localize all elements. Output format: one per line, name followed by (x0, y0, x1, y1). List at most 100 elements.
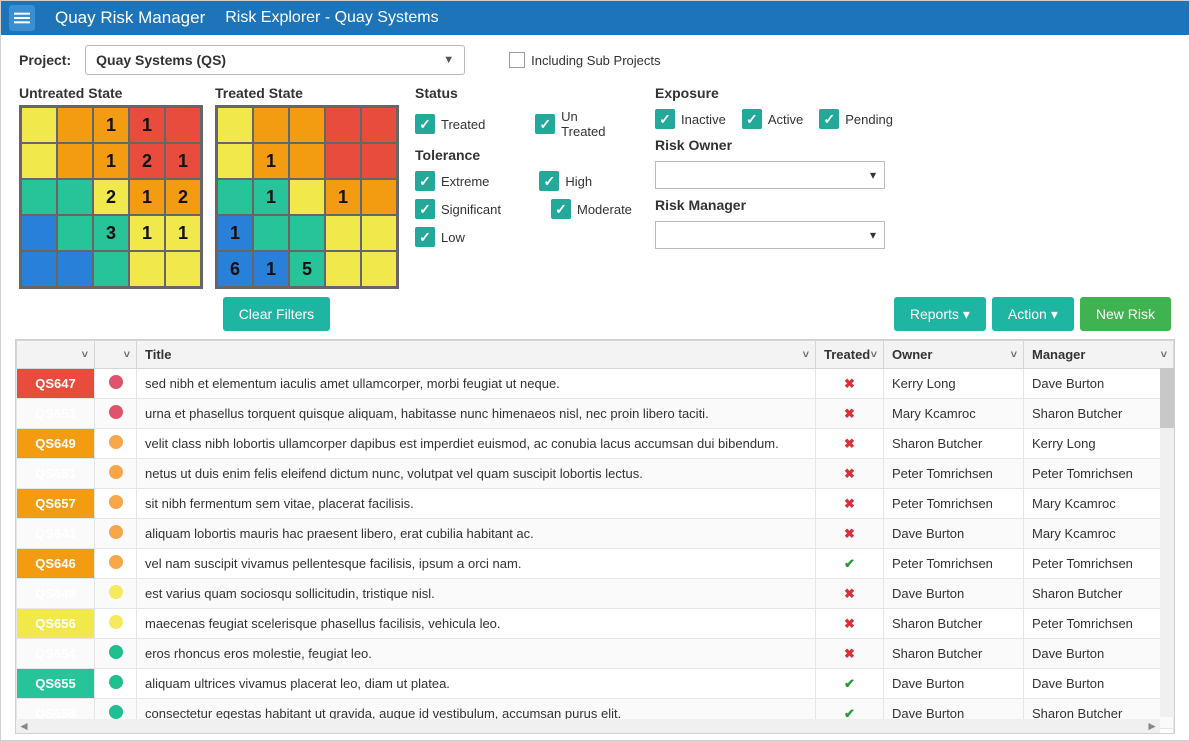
matrix-cell[interactable] (21, 251, 57, 287)
chk-treated[interactable] (415, 114, 435, 134)
matrix-cell[interactable] (57, 107, 93, 143)
matrix-cell[interactable] (21, 143, 57, 179)
matrix-cell[interactable]: 6 (217, 251, 253, 287)
col-dot[interactable]: ˅ (95, 341, 137, 369)
risk-id[interactable]: QS653 (17, 399, 95, 429)
matrix-cell[interactable]: 2 (165, 179, 201, 215)
treated-matrix[interactable]: 1111615 (215, 105, 399, 289)
table-row[interactable]: QS657sit nibh fermentum sem vitae, place… (17, 489, 1174, 519)
matrix-cell[interactable] (325, 107, 361, 143)
matrix-cell[interactable]: 3 (93, 215, 129, 251)
matrix-cell[interactable]: 1 (93, 143, 129, 179)
chk-extreme[interactable] (415, 171, 435, 191)
table-row[interactable]: QS656maecenas feugiat scelerisque phasel… (17, 609, 1174, 639)
col-id[interactable]: ˅ (17, 341, 95, 369)
menu-button[interactable] (9, 5, 35, 31)
matrix-cell[interactable] (217, 179, 253, 215)
chk-moderate[interactable] (551, 199, 571, 219)
matrix-cell[interactable]: 1 (93, 107, 129, 143)
matrix-cell[interactable] (361, 215, 397, 251)
risk-id[interactable]: QS649 (17, 429, 95, 459)
risk-id[interactable]: QS651 (17, 459, 95, 489)
new-risk-button[interactable]: New Risk (1080, 297, 1171, 331)
chk-pending[interactable] (819, 109, 839, 129)
matrix-cell[interactable] (253, 107, 289, 143)
owner-select[interactable] (655, 161, 885, 189)
table-row[interactable]: QS651netus ut duis enim felis eleifend d… (17, 459, 1174, 489)
sub-projects-checkbox[interactable] (509, 52, 525, 68)
matrix-cell[interactable] (57, 179, 93, 215)
matrix-cell[interactable] (253, 215, 289, 251)
table-row[interactable]: QS649velit class nibh lobortis ullamcorp… (17, 429, 1174, 459)
action-button[interactable]: Action▾ (992, 297, 1074, 331)
col-owner[interactable]: Owner˅ (884, 341, 1024, 369)
risk-id[interactable]: QS654 (17, 639, 95, 669)
matrix-cell[interactable] (289, 215, 325, 251)
matrix-cell[interactable]: 2 (129, 143, 165, 179)
manager-select[interactable] (655, 221, 885, 249)
risk-id[interactable]: QS655 (17, 669, 95, 699)
chk-significant[interactable] (415, 199, 435, 219)
col-manager[interactable]: Manager˅ (1024, 341, 1174, 369)
matrix-cell[interactable] (361, 251, 397, 287)
matrix-cell[interactable]: 1 (129, 179, 165, 215)
matrix-cell[interactable] (21, 179, 57, 215)
matrix-cell[interactable] (289, 143, 325, 179)
matrix-cell[interactable] (325, 215, 361, 251)
matrix-cell[interactable]: 2 (93, 179, 129, 215)
untreated-matrix[interactable]: 11121212311 (19, 105, 203, 289)
matrix-cell[interactable] (289, 107, 325, 143)
matrix-cell[interactable] (93, 251, 129, 287)
matrix-cell[interactable]: 1 (129, 107, 165, 143)
table-row[interactable]: QS646vel nam suscipit vivamus pellentesq… (17, 549, 1174, 579)
risk-id[interactable]: QS646 (17, 549, 95, 579)
table-row[interactable]: QS655aliquam ultrices vivamus placerat l… (17, 669, 1174, 699)
risk-id[interactable]: QS657 (17, 489, 95, 519)
table-row[interactable]: QS647sed nibh et elementum iaculis amet … (17, 369, 1174, 399)
risk-id[interactable]: QS648 (17, 579, 95, 609)
matrix-cell[interactable] (165, 251, 201, 287)
matrix-cell[interactable] (361, 107, 397, 143)
table-row[interactable]: QS643aliquam lobortis mauris hac praesen… (17, 519, 1174, 549)
matrix-cell[interactable] (217, 143, 253, 179)
table-row[interactable]: QS648est varius quam sociosqu sollicitud… (17, 579, 1174, 609)
chk-low[interactable] (415, 227, 435, 247)
table-row[interactable]: QS653urna et phasellus torquent quisque … (17, 399, 1174, 429)
matrix-cell[interactable] (217, 107, 253, 143)
project-select[interactable]: Quay Systems (QS) ▼ (85, 45, 465, 75)
matrix-cell[interactable]: 1 (129, 215, 165, 251)
matrix-cell[interactable]: 1 (253, 251, 289, 287)
matrix-cell[interactable]: 1 (217, 215, 253, 251)
chk-untreated[interactable] (535, 114, 555, 134)
chk-active[interactable] (742, 109, 762, 129)
matrix-cell[interactable]: 1 (253, 179, 289, 215)
matrix-cell[interactable] (57, 143, 93, 179)
reports-button[interactable]: Reports▾ (894, 297, 986, 331)
col-title[interactable]: Title˅ (137, 341, 816, 369)
risk-id[interactable]: QS656 (17, 609, 95, 639)
clear-filters-button[interactable]: Clear Filters (223, 297, 330, 331)
horizontal-scrollbar[interactable]: ◄► (16, 719, 1160, 733)
matrix-cell[interactable] (165, 107, 201, 143)
matrix-cell[interactable] (361, 179, 397, 215)
matrix-cell[interactable] (57, 215, 93, 251)
table-row[interactable]: QS654eros rhoncus eros molestie, feugiat… (17, 639, 1174, 669)
matrix-cell[interactable] (21, 215, 57, 251)
col-treated[interactable]: Treated˅ (816, 341, 884, 369)
matrix-cell[interactable] (289, 179, 325, 215)
chk-high[interactable] (539, 171, 559, 191)
matrix-cell[interactable]: 1 (253, 143, 289, 179)
matrix-cell[interactable] (325, 251, 361, 287)
matrix-cell[interactable]: 1 (165, 215, 201, 251)
matrix-cell[interactable] (129, 251, 165, 287)
matrix-cell[interactable] (361, 143, 397, 179)
risk-id[interactable]: QS643 (17, 519, 95, 549)
matrix-cell[interactable] (57, 251, 93, 287)
matrix-cell[interactable] (325, 143, 361, 179)
matrix-cell[interactable]: 1 (325, 179, 361, 215)
chk-inactive[interactable] (655, 109, 675, 129)
matrix-cell[interactable]: 1 (165, 143, 201, 179)
risk-id[interactable]: QS647 (17, 369, 95, 399)
matrix-cell[interactable] (21, 107, 57, 143)
vertical-scrollbar[interactable] (1160, 368, 1174, 717)
